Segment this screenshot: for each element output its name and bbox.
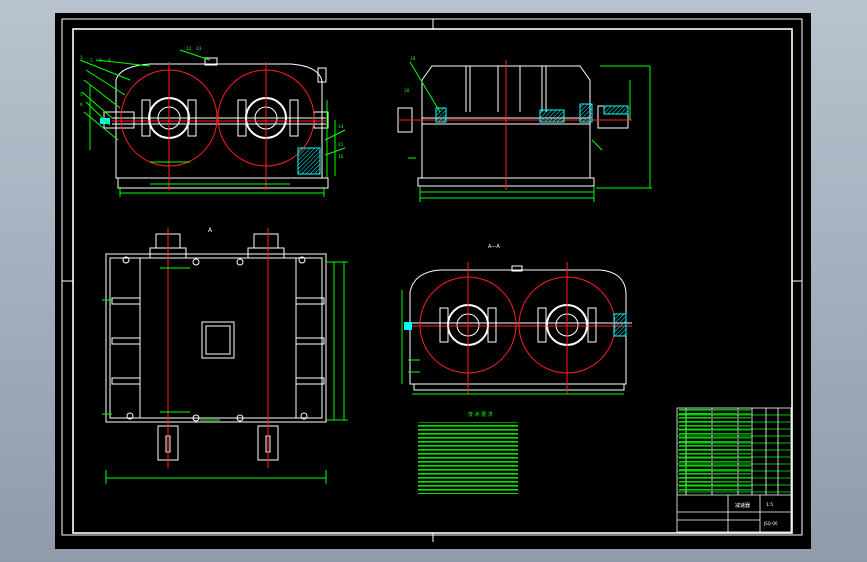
drawing-number: JSQ-00 [763, 521, 778, 526]
title-block-text: 减速器 1:5 JSQ-00 [735, 502, 778, 526]
side-view: 18 20 [397, 56, 652, 202]
callout-label: 3 [99, 58, 102, 64]
callout-label: 1 [80, 55, 83, 61]
section-view-label: A—A [488, 244, 500, 250]
callout-label: 20 [404, 88, 410, 94]
plan-view: A [102, 227, 348, 484]
callout-label: 13 [196, 46, 202, 52]
front-view: 1 2 3 4 5 6 12 13 14 15 16 [79, 46, 346, 197]
drawing-name: 减速器 [735, 502, 750, 509]
title-block [676, 407, 792, 533]
callout-label: 2 [90, 58, 93, 64]
callout-label: 18 [410, 56, 416, 62]
callout-label: 15 [338, 142, 344, 148]
cad-viewport[interactable]: 1 2 3 4 5 6 12 13 14 15 16 18 20 A A—A 技… [55, 13, 811, 549]
callout-label: 14 [338, 124, 344, 130]
drawing-scale: 1:5 [766, 502, 773, 508]
plan-view-label: A [208, 227, 213, 234]
callout-label: 16 [338, 154, 344, 160]
section-view: A—A [401, 244, 632, 395]
tech-requirements-title: 技 术 要 求 [468, 411, 493, 418]
callout-label: 4 [108, 58, 111, 64]
callout-label: 6 [80, 102, 83, 108]
callout-label: 5 [80, 92, 83, 98]
technical-requirements: 技 术 要 求 [418, 411, 518, 494]
engineering-drawing: 1 2 3 4 5 6 12 13 14 15 16 18 20 A A—A 技… [61, 18, 803, 542]
callout-label: 12 [186, 46, 192, 52]
